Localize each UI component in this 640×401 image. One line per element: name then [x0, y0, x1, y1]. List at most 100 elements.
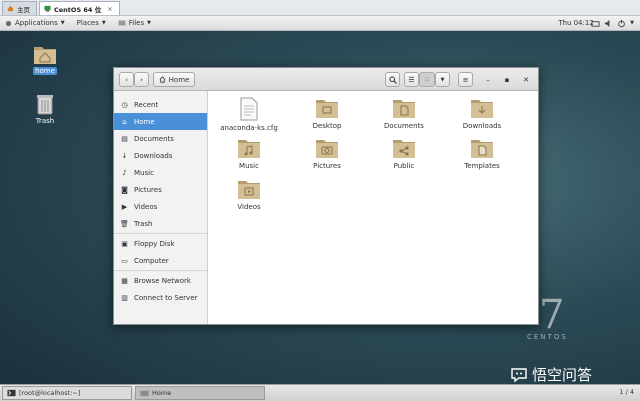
grid-view-button[interactable]: ⁙: [419, 72, 435, 87]
sidebar-item-label: Documents: [134, 134, 174, 143]
chevron-down-icon: ▼: [101, 20, 106, 26]
clock[interactable]: Thu 04:12: [558, 19, 594, 27]
back-button[interactable]: ‹: [119, 72, 134, 87]
sidebar-separator: [114, 270, 207, 271]
list-view-icon: ☰: [408, 75, 415, 84]
sidebar-item-music[interactable]: ♪ Music: [114, 164, 207, 181]
files-app-icon: [118, 20, 126, 26]
menu-button[interactable]: ≡: [458, 72, 473, 87]
taskbar-item-home[interactable]: Home: [135, 386, 265, 400]
location-home-button[interactable]: Home: [153, 72, 195, 87]
desktop-icon-trash[interactable]: Trash: [27, 93, 63, 125]
file-name: anaconda-ks.cfg: [220, 124, 278, 132]
folder-item[interactable]: Public: [371, 137, 437, 170]
terminal-icon: [7, 389, 16, 397]
minimize-button[interactable]: –: [481, 72, 495, 87]
desktop-icon-label: home: [33, 67, 57, 75]
sidebar-item-documents[interactable]: ▤ Documents: [114, 130, 207, 147]
desktop-folder-icon: [316, 100, 338, 118]
hamburger-icon: ≡: [462, 75, 469, 84]
centos-wordmark: CENTOS: [527, 333, 568, 341]
chevron-down-icon: ▼: [630, 20, 634, 26]
taskbar-item-label: Home: [152, 389, 172, 397]
sidebar-item-videos[interactable]: ▶ Videos: [114, 198, 207, 215]
sidebar-item-computer[interactable]: ▭ Computer: [114, 252, 207, 269]
taskbar-item-terminal[interactable]: [root@localhost:~]: [2, 386, 132, 400]
sidebar-item-browse-network[interactable]: ▦ Browse Network: [114, 272, 207, 289]
system-tray[interactable]: ▼: [591, 19, 634, 28]
file-name: Desktop: [312, 122, 342, 130]
folder-item[interactable]: Pictures: [294, 137, 360, 170]
watermark: 悟空问答: [510, 364, 592, 385]
sidebar-item-floppy[interactable]: ▣ Floppy Disk: [114, 235, 207, 252]
header-bar: ‹ › Home ☰ ⁙ ▼ ≡ – ▪ ✕: [114, 68, 538, 91]
sidebar-item-label: Videos: [134, 202, 158, 211]
file-name: Documents: [384, 122, 424, 130]
trash-icon: [37, 95, 53, 115]
sidebar-item-label: Connect to Server: [134, 293, 198, 302]
watermark-text: 悟空问答: [532, 366, 593, 384]
vm-tab-centos[interactable]: CentOS 64 位 ×: [39, 1, 120, 15]
volume-icon: [605, 19, 610, 27]
folder-item[interactable]: Desktop: [294, 97, 360, 130]
sidebar-item-label: Recent: [134, 100, 159, 109]
power-icon: [618, 19, 625, 27]
download-icon: ↓: [121, 151, 128, 160]
video-icon: ▶: [121, 202, 128, 211]
view-options-button[interactable]: ▼: [435, 72, 450, 87]
sidebar-item-recent[interactable]: ◷ Recent: [114, 96, 207, 113]
videos-folder-icon: [238, 181, 260, 199]
music-folder-icon: [238, 140, 260, 158]
sidebar-item-home[interactable]: ⌂ Home: [114, 113, 207, 130]
folder-item[interactable]: Videos: [216, 178, 282, 211]
applications-menu[interactable]: Applications ▼: [0, 16, 72, 30]
list-view-button[interactable]: ☰: [404, 72, 419, 87]
close-icon[interactable]: ×: [107, 5, 112, 13]
taskbar-item-label: [root@localhost:~]: [19, 389, 81, 397]
workspace-pager[interactable]: 1 / 4: [619, 388, 634, 396]
places-menu[interactable]: Places ▼: [72, 16, 113, 30]
file-name: Public: [393, 162, 415, 170]
sidebar-item-pictures[interactable]: ◙ Pictures: [114, 181, 207, 198]
vm-tab-label: 主页: [17, 5, 30, 14]
file-item[interactable]: anaconda-ks.cfg: [216, 97, 282, 132]
maximize-button[interactable]: ▪: [500, 72, 514, 87]
folder-item[interactable]: Music: [216, 137, 282, 170]
files-menu[interactable]: Files ▼: [113, 16, 158, 30]
downloads-folder-icon: [471, 100, 493, 118]
sidebar-item-label: Browse Network: [134, 276, 191, 285]
file-name: Downloads: [462, 122, 502, 130]
pictures-folder-icon: [316, 140, 338, 158]
public-folder-icon: [393, 140, 415, 158]
folder-item[interactable]: Documents: [371, 97, 437, 130]
sidebar-item-trash[interactable]: 🗑 Trash: [114, 215, 207, 232]
chat-bubble-icon: [511, 367, 527, 382]
close-button[interactable]: ✕: [519, 72, 533, 87]
sidebar-item-label: Home: [134, 117, 155, 126]
documents-folder-icon: [393, 100, 415, 118]
sidebar-separator: [114, 233, 207, 234]
sidebar-item-label: Downloads: [134, 151, 173, 160]
minimize-icon: –: [486, 75, 490, 84]
forward-button[interactable]: ›: [134, 72, 149, 87]
centos-version-number: 7: [539, 292, 565, 338]
folder-icon: [140, 390, 149, 397]
vm-tab-home[interactable]: 主页: [2, 1, 37, 15]
file-manager-window: ‹ › Home ☰ ⁙ ▼ ≡ – ▪ ✕ ◷ Recent ⌂ Home ▤…: [113, 67, 539, 325]
floppy-icon: ▣: [121, 239, 128, 248]
folder-item[interactable]: Downloads: [449, 97, 515, 130]
desktop-icon-home[interactable]: home: [27, 43, 63, 75]
sidebar-item-downloads[interactable]: ↓ Downloads: [114, 147, 207, 164]
taskbar: [root@localhost:~] Home 1 / 4: [0, 384, 640, 401]
clock-icon: ◷: [121, 100, 128, 109]
sidebar-item-connect-server[interactable]: ▥ Connect to Server: [114, 289, 207, 306]
vm-icon: [44, 5, 51, 12]
chevron-down-icon: ▼: [440, 76, 445, 83]
chevron-right-icon: ›: [140, 75, 143, 84]
folder-item[interactable]: Templates: [449, 137, 515, 170]
top-bar: Applications ▼ Places ▼ Files ▼ Thu 04:1…: [0, 16, 640, 31]
vm-tab-strip: 主页 CentOS 64 位 ×: [0, 0, 640, 16]
file-name: Music: [239, 162, 259, 170]
search-button[interactable]: [385, 72, 400, 87]
file-name: Pictures: [313, 162, 341, 170]
